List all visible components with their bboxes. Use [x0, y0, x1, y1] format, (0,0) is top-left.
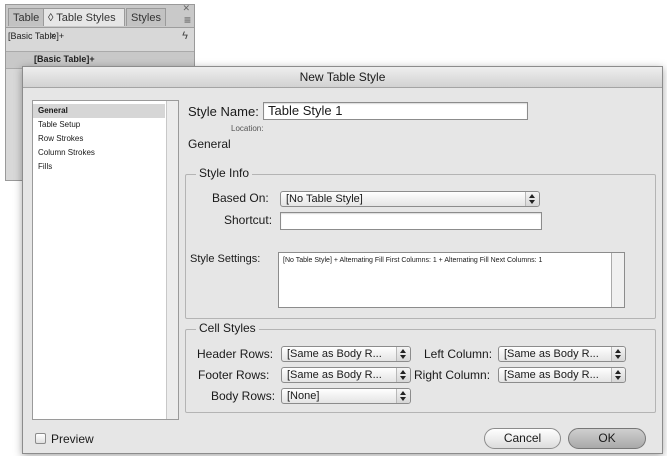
footer-rows-value: [Same as Body R...: [287, 369, 382, 381]
cell-styles-title: Cell Styles: [196, 321, 259, 335]
style-settings-text: [No Table Style] + Alternating Fill Firs…: [283, 257, 543, 264]
left-column-value: [Same as Body R...: [504, 348, 599, 360]
preview-checkbox[interactable]: [35, 433, 46, 444]
footer-rows-label: Footer Rows:: [198, 368, 270, 382]
panel-current-style: [Basic Table]+: [8, 31, 65, 41]
sidebar-item-column-strokes[interactable]: Column Strokes: [33, 146, 165, 160]
style-info-title: Style Info: [196, 166, 253, 180]
style-name-label: Style Name:: [188, 104, 259, 119]
popup-arrows-icon: [396, 368, 410, 382]
panel-tab-bar: Table ◊ Table Styles × Styles ✕ ≡: [6, 3, 194, 42]
section-title: General: [188, 137, 231, 151]
sidebar-item-fills[interactable]: Fills: [33, 160, 165, 174]
header-rows-value: [Same as Body R...: [287, 348, 382, 360]
left-column-popup[interactable]: [Same as Body R...: [498, 346, 626, 362]
popup-arrows-icon: [396, 389, 410, 403]
popup-arrows-icon: [396, 347, 410, 361]
location-label: Location:: [231, 124, 264, 133]
style-settings-label: Style Settings:: [190, 253, 261, 265]
new-table-style-dialog: New Table Style General Table Setup Row …: [22, 66, 663, 454]
right-column-value: [Same as Body R...: [504, 369, 599, 381]
cancel-button[interactable]: Cancel: [484, 428, 561, 449]
style-settings-box: [No Table Style] + Alternating Fill Firs…: [278, 252, 625, 308]
header-rows-label: Header Rows:: [197, 347, 274, 361]
tab-table[interactable]: Table: [8, 8, 45, 26]
ok-button[interactable]: OK: [568, 428, 646, 449]
popup-arrows-icon: [525, 192, 539, 206]
sidebar-item-table-setup[interactable]: Table Setup: [33, 118, 165, 132]
based-on-label: Based On:: [212, 191, 269, 205]
sidebar-scrollbar[interactable]: [166, 101, 178, 419]
sidebar-item-row-strokes[interactable]: Row Strokes: [33, 132, 165, 146]
based-on-value: [No Table Style]: [286, 193, 363, 205]
footer-rows-popup[interactable]: [Same as Body R...: [281, 367, 411, 383]
left-column-label: Left Column:: [424, 347, 493, 361]
dialog-title: New Table Style: [23, 67, 662, 88]
tab-table-styles[interactable]: ◊ Table Styles ×: [43, 8, 125, 42]
popup-arrows-icon: [611, 368, 625, 382]
body-rows-value: [None]: [287, 390, 320, 402]
header-rows-popup[interactable]: [Same as Body R...: [281, 346, 411, 362]
quick-apply-icon[interactable]: ϟ: [182, 30, 188, 42]
shortcut-input[interactable]: [280, 212, 542, 230]
body-rows-popup[interactable]: [None]: [281, 388, 411, 404]
panel-list-item-label: [Basic Table]+: [34, 54, 95, 64]
tab-table-styles-label: ◊ Table Styles: [48, 12, 116, 24]
shortcut-label: Shortcut:: [224, 213, 273, 227]
settings-scrollbar[interactable]: [611, 253, 624, 307]
category-list: General Table Setup Row Strokes Column S…: [32, 100, 179, 420]
based-on-popup[interactable]: [No Table Style]: [280, 191, 540, 207]
popup-arrows-icon: [611, 347, 625, 361]
style-name-input[interactable]: Table Style 1: [263, 102, 528, 120]
panel-menu-icon[interactable]: ≡: [184, 14, 191, 26]
tab-styles[interactable]: Styles: [126, 8, 166, 26]
right-column-popup[interactable]: [Same as Body R...: [498, 367, 626, 383]
sidebar-item-general[interactable]: General: [33, 104, 165, 118]
right-column-label: Right Column:: [414, 368, 491, 382]
body-rows-label: Body Rows:: [211, 389, 276, 403]
preview-label: Preview: [51, 432, 94, 446]
